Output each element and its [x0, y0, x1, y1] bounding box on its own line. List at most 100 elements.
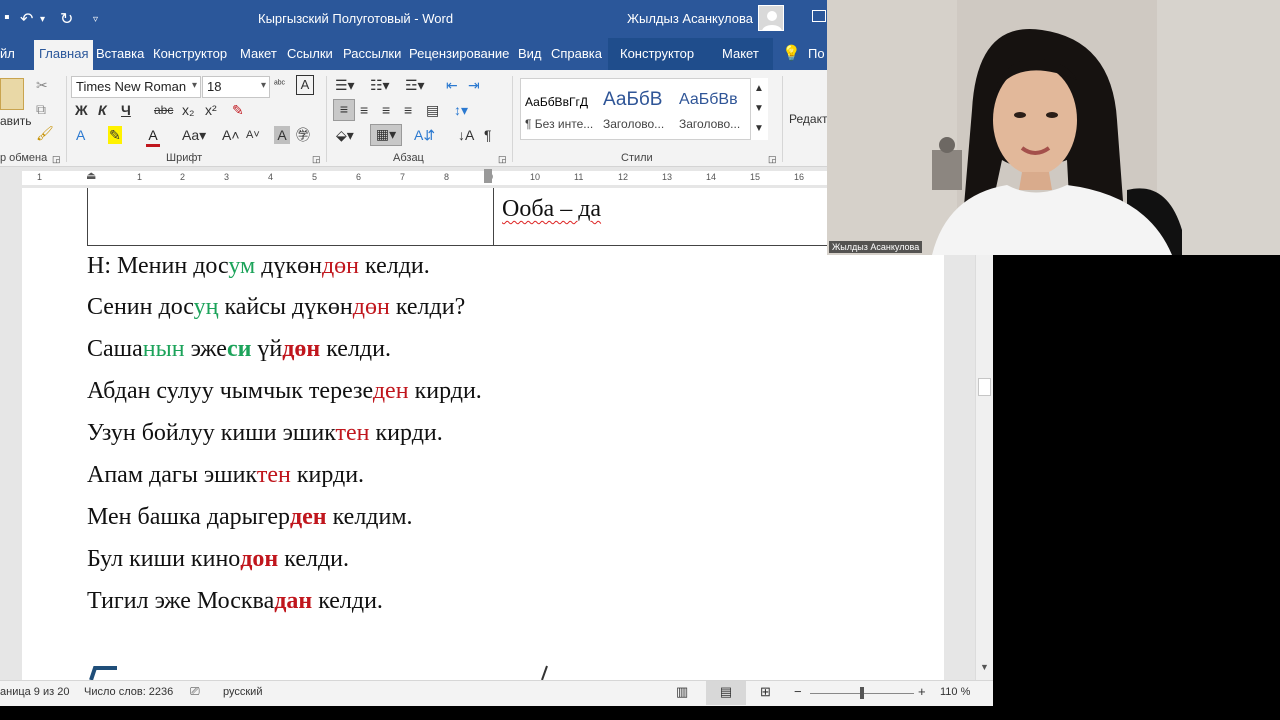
zoom-out-icon[interactable]: −: [794, 684, 802, 699]
style-heading-2[interactable]: АаБбВв Заголово...: [675, 79, 751, 139]
font-size-select[interactable]: 18 ▾: [202, 76, 270, 98]
chevron-down-icon[interactable]: ▼: [754, 100, 764, 118]
tab-home[interactable]: Главная: [34, 40, 94, 70]
page-count[interactable]: аница 9 из 20: [0, 686, 69, 698]
tab-file[interactable]: йл: [0, 46, 15, 61]
show-marks-icon[interactable]: ¶: [484, 126, 492, 144]
tab-review[interactable]: Рецензирование: [409, 46, 509, 61]
document-line[interactable]: Мен башка дарыгерден келдим.: [87, 504, 413, 531]
column-marker-icon[interactable]: [484, 169, 492, 183]
document-line[interactable]: Сенин досуң кайсы дүкөндөн келди?: [87, 294, 465, 321]
font-size-menu-icon[interactable]: Aa▾: [182, 126, 206, 144]
justify-icon[interactable]: ≡: [404, 101, 412, 119]
account-name[interactable]: Жылдыз Асанкулова: [627, 11, 753, 26]
italic-button[interactable]: К: [98, 101, 107, 119]
language[interactable]: русский: [223, 686, 262, 698]
subscript-button[interactable]: x₂: [182, 101, 194, 119]
indent-marker-icon[interactable]: ⏏: [86, 169, 96, 182]
font-color-icon[interactable]: A: [146, 126, 160, 147]
strikethrough-button[interactable]: abc: [154, 101, 173, 119]
grow-font-icon[interactable]: A˄: [222, 126, 240, 144]
document-area[interactable]: Ооба – да Н: Менин досум дүкөндөн келди.…: [0, 188, 975, 680]
increase-indent-icon[interactable]: ⇥: [468, 76, 480, 94]
tab-view[interactable]: Вид: [518, 46, 542, 61]
tab-help[interactable]: Справка: [551, 46, 602, 61]
multilevel-list-icon[interactable]: ☲▾: [405, 76, 425, 94]
copy-icon[interactable]: ⧉: [36, 100, 46, 118]
sort-icon[interactable]: ↓A: [458, 126, 474, 144]
align-center-icon[interactable]: ≡: [360, 101, 368, 119]
tab-table-layout[interactable]: Макет: [722, 46, 759, 61]
style-normal[interactable]: АаБбВвГгД ¶ Без инте...: [521, 79, 597, 139]
tab-layout[interactable]: Макет: [240, 46, 277, 61]
character-shading-icon[interactable]: A: [274, 126, 290, 144]
word-count[interactable]: Число слов: 2236: [84, 686, 173, 698]
font-name-select[interactable]: Times New Roman ▾: [71, 76, 201, 98]
document-line[interactable]: Бул киши кинодон келди.: [87, 546, 349, 573]
line-spacing-icon[interactable]: ↕▾: [454, 101, 468, 119]
styles-scroll[interactable]: ▲ ▼ ▼: [750, 78, 768, 140]
more-styles-icon[interactable]: ▼: [754, 120, 764, 138]
shading-icon[interactable]: ⬙▾: [336, 126, 354, 144]
document-table[interactable]: Ооба – да: [87, 188, 847, 246]
customize-qat-icon[interactable]: ▿: [93, 14, 98, 25]
numbering-icon[interactable]: ☷▾: [370, 76, 390, 94]
distributed-icon[interactable]: ▤: [426, 101, 439, 119]
clear-formatting-icon[interactable]: ✎: [232, 101, 244, 119]
document-line[interactable]: Н: Менин досум дүкөндөн келди.: [87, 253, 430, 280]
shrink-font-icon[interactable]: A˅: [246, 126, 260, 144]
align-left-button[interactable]: ≡: [333, 99, 355, 121]
clipboard-launcher-icon[interactable]: ◲: [52, 154, 61, 165]
account-avatar[interactable]: [758, 5, 784, 31]
bullets-icon[interactable]: ☰▾: [335, 76, 355, 94]
paste-button-label[interactable]: авить: [0, 112, 32, 130]
cut-icon[interactable]: ✂: [36, 76, 48, 94]
document-line[interactable]: Апам дагы эшиктен кирди.: [87, 462, 364, 489]
zoom-in-icon[interactable]: +: [918, 684, 926, 699]
phonetic-guide-icon[interactable]: ㊫: [296, 126, 310, 144]
tab-references[interactable]: Ссылки: [287, 46, 333, 61]
text-effects-icon[interactable]: A: [76, 126, 85, 144]
bold-button[interactable]: Ж: [75, 101, 88, 119]
text-direction-icon[interactable]: A⇵: [414, 126, 435, 144]
scroll-down-icon[interactable]: ▼: [980, 662, 989, 672]
superscript-button[interactable]: x²: [205, 101, 217, 119]
font-launcher-icon[interactable]: ◲: [312, 154, 321, 165]
editing-group-label[interactable]: Редакт: [789, 110, 827, 128]
proofing-icon[interactable]: ⎚: [190, 684, 200, 699]
table-cell-text[interactable]: Ооба – да: [502, 196, 601, 223]
document-line[interactable]: Абдан сулуу чымчык терезеден кирди.: [87, 378, 482, 405]
tab-table-design[interactable]: Конструктор: [620, 46, 694, 61]
style-heading-1[interactable]: АаБбВ Заголово...: [599, 79, 675, 139]
document-line[interactable]: Тигил эже Москвадан келди.: [87, 588, 383, 615]
chevron-up-icon[interactable]: ▲: [754, 80, 764, 98]
undo-dropdown-icon[interactable]: ▾: [40, 14, 45, 25]
change-case-icon[interactable]: ᵃᵇᶜ: [274, 76, 285, 94]
align-right-icon[interactable]: ≡: [382, 101, 390, 119]
tab-mailings[interactable]: Рассылки: [343, 46, 401, 61]
lightbulb-icon[interactable]: 💡: [782, 44, 801, 62]
document-page[interactable]: Ооба – да Н: Менин досум дүкөндөн келди.…: [22, 188, 944, 680]
print-layout-icon[interactable]: ▤: [706, 681, 746, 705]
underline-button[interactable]: Ч: [121, 101, 131, 119]
scrollbar-thumb[interactable]: [978, 378, 991, 396]
zoom-level[interactable]: 110 %: [940, 686, 970, 698]
paste-icon[interactable]: [0, 78, 24, 110]
save-icon[interactable]: ▪: [4, 9, 10, 27]
document-line[interactable]: Сашанын эжеси үйдөн келди.: [87, 336, 391, 363]
tell-me-search[interactable]: По: [808, 46, 825, 61]
paragraph-launcher-icon[interactable]: ◲: [498, 154, 507, 165]
read-mode-icon[interactable]: ▥: [676, 684, 688, 700]
document-line[interactable]: Узун бойлуу киши эшиктен кирди.: [87, 420, 443, 447]
format-painter-icon[interactable]: 🖌: [36, 124, 54, 142]
character-border-icon[interactable]: A: [296, 75, 314, 95]
vertical-scrollbar[interactable]: ▼: [975, 188, 993, 680]
ribbon-display-options-icon[interactable]: [812, 10, 826, 22]
styles-launcher-icon[interactable]: ◲: [768, 154, 777, 165]
tab-insert[interactable]: Вставка: [96, 46, 144, 61]
web-layout-icon[interactable]: ⊞: [760, 684, 771, 700]
tab-design[interactable]: Конструктор: [153, 46, 227, 61]
undo-icon[interactable]: ↶: [20, 9, 33, 29]
zoom-slider-thumb[interactable]: [860, 687, 864, 699]
redo-icon[interactable]: ↻: [60, 9, 73, 29]
